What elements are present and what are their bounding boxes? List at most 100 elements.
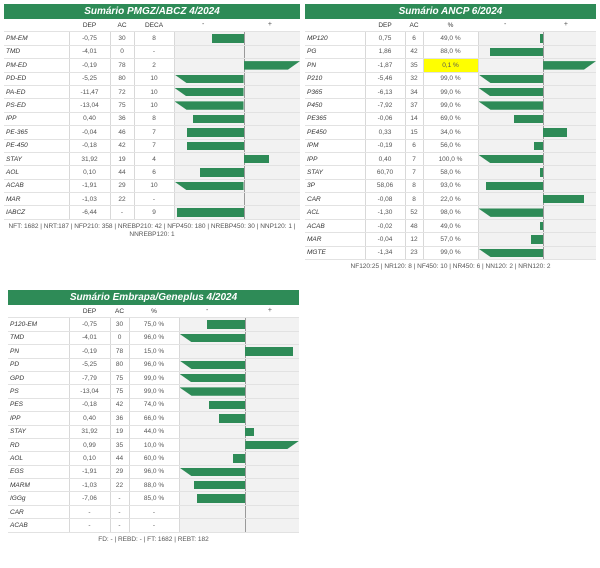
dep-value: -0,75 <box>68 317 110 332</box>
dep-bar <box>175 101 244 110</box>
dep-bar <box>212 34 244 43</box>
dep-bar <box>479 74 544 83</box>
ac-value: 22 <box>109 478 129 493</box>
ac-value: - <box>109 205 134 220</box>
dep-value: -1,87 <box>364 58 405 73</box>
dep-value: 1,86 <box>364 45 405 60</box>
ac-value: 22 <box>109 192 134 207</box>
ancp-footer: NF120:25 | NR120: 8 | NF450: 10 | NR450:… <box>350 263 551 271</box>
dep-value: -7,79 <box>68 371 110 386</box>
percent-value: 15,0 % <box>128 344 179 359</box>
trait-name: TMD <box>8 331 69 346</box>
deca-value: 10 <box>133 85 174 100</box>
trait-name: MAR <box>4 192 69 207</box>
trait-name: IPP <box>305 152 365 167</box>
zero-line <box>245 331 247 344</box>
percent-value: 49,0 % <box>422 31 478 46</box>
ac-value: 80 <box>109 358 129 372</box>
minus-label: - <box>202 21 205 28</box>
zero-line <box>245 385 247 398</box>
trait-name: TMD <box>4 45 69 60</box>
zero-line <box>245 358 247 371</box>
percent-value: 0,1 % <box>422 58 478 73</box>
trait-name: ACL <box>305 205 365 220</box>
bar-cell <box>477 58 596 73</box>
dep-bar <box>177 208 244 217</box>
dep-value: - <box>68 518 110 533</box>
dep-value: -0,75 <box>68 31 110 46</box>
dep-bar <box>180 467 246 477</box>
percent-value: 57,0 % <box>422 232 478 247</box>
dep-value: -13,04 <box>68 98 110 113</box>
bar-cell <box>173 152 300 167</box>
minus-label: - <box>206 307 209 314</box>
bar-cell <box>477 45 596 60</box>
dep-value: -0,04 <box>68 125 110 140</box>
table-row: MARM -1,03 22 88,0 % <box>8 478 299 493</box>
dep-bar <box>513 114 544 124</box>
dep-value: -11,47 <box>68 85 110 100</box>
ac-value: 72 <box>109 85 134 100</box>
dep-bar <box>539 221 544 231</box>
dep-value: -0,04 <box>364 232 405 247</box>
bar-cell <box>178 358 299 372</box>
embrapa-footer: FD: - | REBD: - | FT: 1682 | REBT: 182 <box>98 535 209 543</box>
bar-cell <box>178 505 299 520</box>
table-row: CAR -0,08 8 22,0 % <box>305 192 596 207</box>
trait-name: PM-ED <box>4 58 69 73</box>
ac-value: 42 <box>109 398 129 413</box>
trait-name: GPD <box>8 371 69 386</box>
dep-bar <box>479 87 544 97</box>
dep-bar <box>199 168 244 177</box>
pmgz-footer: NFT: 1682 | NRT:187 | NFP210: 358 | NREB… <box>8 222 296 238</box>
dep-bar <box>539 168 544 177</box>
dep-value: -5,25 <box>68 358 110 372</box>
bar-cell <box>173 45 300 60</box>
ac-value: 34 <box>404 85 423 100</box>
bar-cell <box>477 112 596 127</box>
percent-value: - <box>128 518 179 533</box>
table-row: IPM -0,19 6 56,0 % <box>305 139 596 153</box>
zero-line <box>243 72 245 85</box>
table-row: PE450 0,33 15 34,0 % <box>305 125 596 140</box>
dep-value: 0,40 <box>68 112 110 127</box>
pmgz-col-dep: DEP <box>69 19 110 33</box>
trait-name: IGGg <box>8 491 69 506</box>
zero-line <box>543 32 545 45</box>
dep-bar <box>243 154 269 164</box>
zero-line <box>243 126 245 138</box>
trait-name: PE-450 <box>4 139 69 153</box>
ac-value: 52 <box>404 205 423 220</box>
ac-value: 35 <box>109 438 129 453</box>
percent-value: 85,0 % <box>128 491 179 506</box>
pmgz-col-deca: DECA <box>134 19 174 33</box>
dep-bar <box>209 400 246 410</box>
percent-value: 99,0 % <box>422 85 478 100</box>
table-row: MAR -1,03 22- <box>4 192 300 207</box>
dep-value: -0,02 <box>364 219 405 234</box>
zero-line <box>245 452 247 465</box>
table-row: 3P 58,06 8 93,0 % <box>305 179 596 194</box>
bar-cell <box>178 491 299 506</box>
dep-bar <box>479 208 544 217</box>
table-row: IPP 0,40 36 66,0 % <box>8 411 299 426</box>
dep-bar <box>479 248 544 258</box>
bar-cell <box>173 165 300 180</box>
ac-value: 14 <box>404 112 423 127</box>
trait-name: ACAB <box>4 179 69 194</box>
dep-value: -7,92 <box>364 98 405 113</box>
dep-value: -0,19 <box>68 344 110 359</box>
deca-value: - <box>133 45 174 60</box>
bar-cell <box>477 31 596 46</box>
dep-value: -1,03 <box>68 478 110 493</box>
ac-value: 32 <box>404 72 423 86</box>
table-row: PS-ED -13,04 75 10 <box>4 98 300 113</box>
percent-value: 66,0 % <box>128 411 179 426</box>
zero-line <box>245 412 247 424</box>
percent-value: 58,0 % <box>422 165 478 180</box>
zero-line <box>243 206 245 219</box>
percent-value: 100,0 % <box>422 152 478 167</box>
ac-value: - <box>109 505 129 520</box>
bar-cell <box>173 58 300 73</box>
percent-value: 75,0 % <box>128 317 179 332</box>
